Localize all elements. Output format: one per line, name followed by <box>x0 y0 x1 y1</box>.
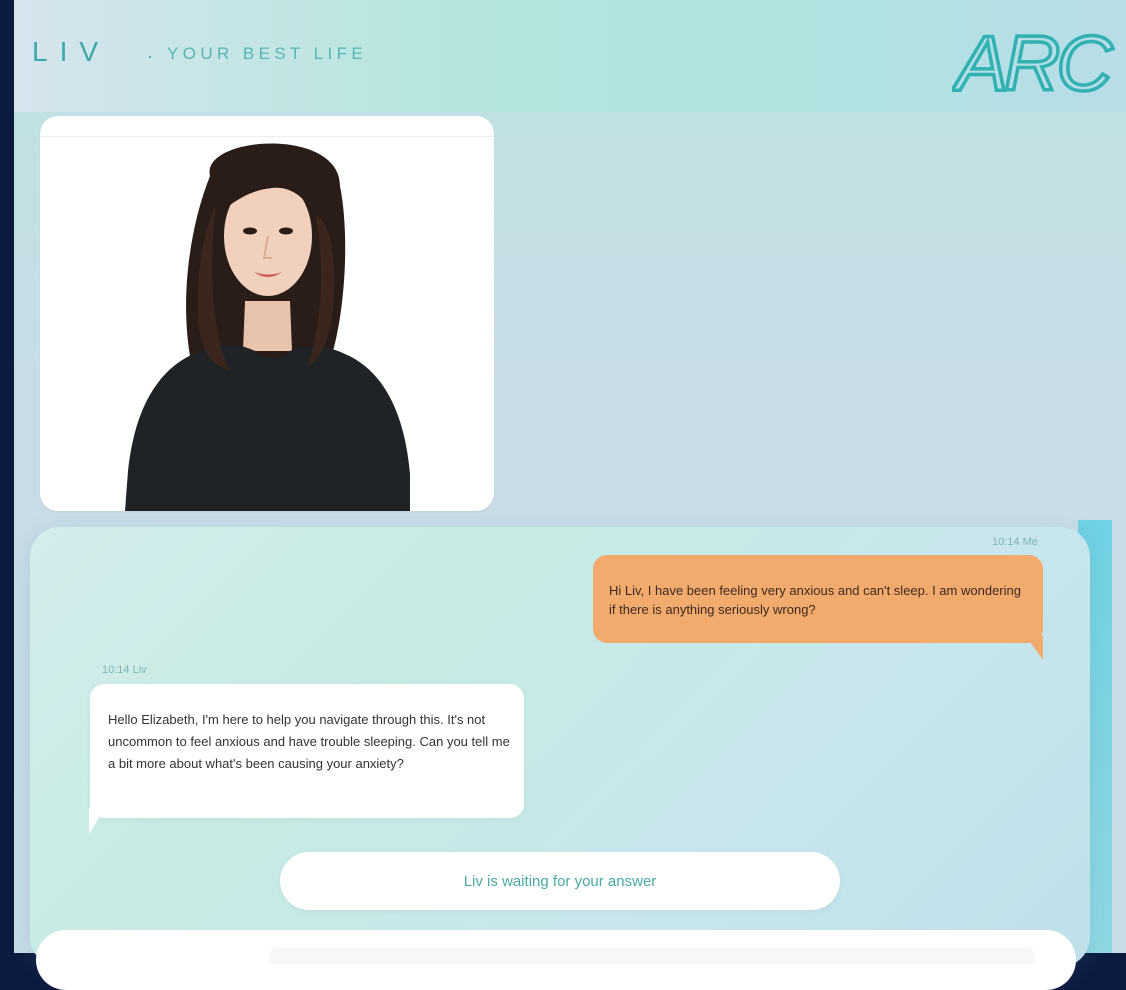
message-timestamp-me: 10:14 Me <box>992 536 1038 548</box>
message-input[interactable] <box>270 948 1034 964</box>
arc-logo-icon: ARC <box>952 18 1119 102</box>
brand-separator: · <box>147 46 153 66</box>
status-indicator: Liv is waiting for your answer <box>280 852 840 910</box>
header-bar: LIV · YOUR BEST LIFE ARC <box>14 0 1126 112</box>
brand-name: LIV <box>32 36 111 67</box>
user-message-bubble: Hi Liv, I have been feeling very anxious… <box>593 555 1043 643</box>
brand-tagline: YOUR BEST LIFE <box>167 44 368 63</box>
liv-bubble-tail <box>89 808 105 834</box>
avatar-video-card <box>40 116 494 511</box>
avatar-portrait-icon <box>125 143 410 511</box>
message-timestamp-liv: 10:14 Liv <box>102 664 147 676</box>
liv-message-bubble: Hello Elizabeth, I'm here to help you na… <box>90 684 524 818</box>
user-bubble-tail <box>1026 636 1043 660</box>
logo-text: ARC <box>952 19 1113 102</box>
